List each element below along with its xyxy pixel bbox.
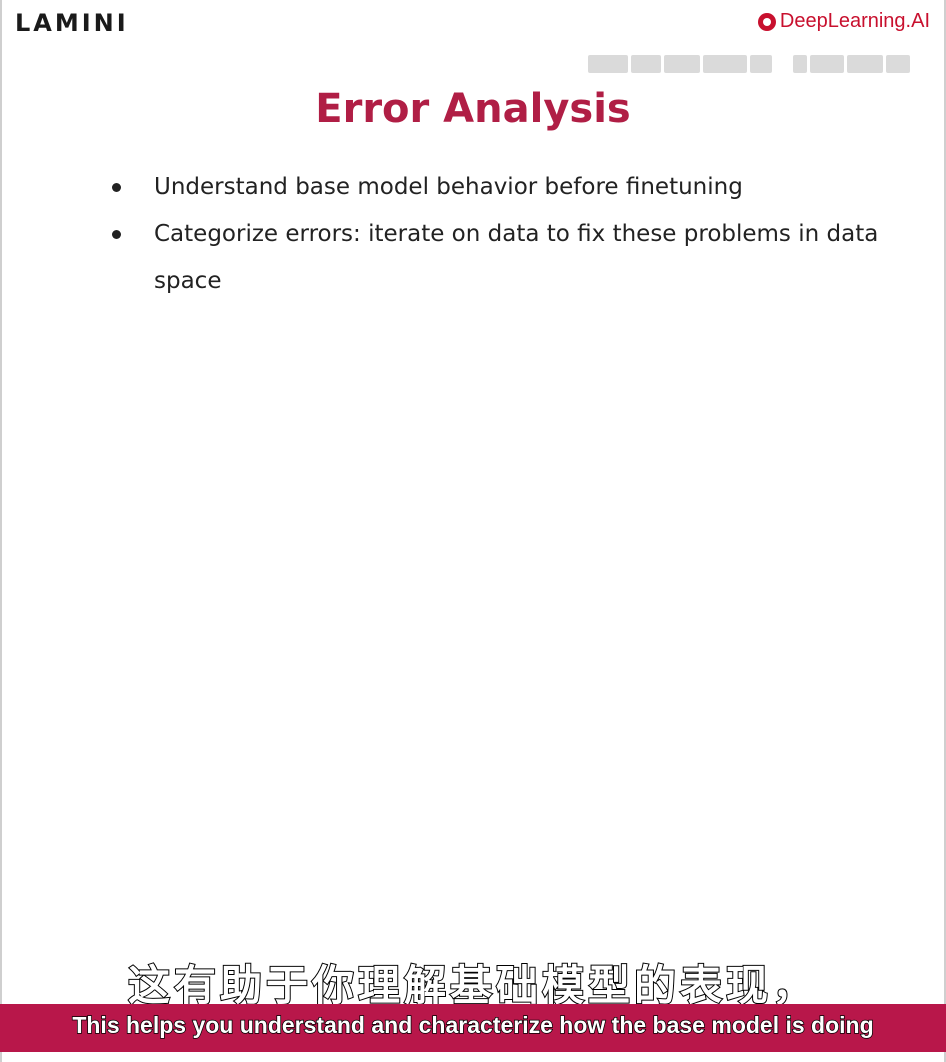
blurred-watermark [588, 46, 918, 82]
slide-title: Error Analysis [315, 86, 631, 132]
bullet-list: Understand base model behavior before fi… [110, 164, 890, 305]
bullet-dot-icon [112, 230, 121, 239]
deeplearning-ai-icon [757, 12, 776, 31]
lamini-logo: LAMINI [15, 9, 129, 37]
bullet-item: Categorize errors: iterate on data to fi… [110, 211, 890, 305]
subtitle-english: This helps you understand and characteri… [72, 1011, 875, 1039]
bullet-item: Understand base model behavior before fi… [110, 164, 890, 211]
deeplearning-ai-logo: DeepLearning.AI [757, 10, 930, 33]
bullet-text: Understand base model behavior before fi… [154, 174, 743, 200]
bullet-text: Categorize errors: iterate on data to fi… [154, 221, 879, 294]
bullet-dot-icon [112, 183, 121, 192]
deeplearning-ai-label: DeepLearning.AI [779, 10, 930, 32]
slide-frame [0, 0, 946, 1062]
